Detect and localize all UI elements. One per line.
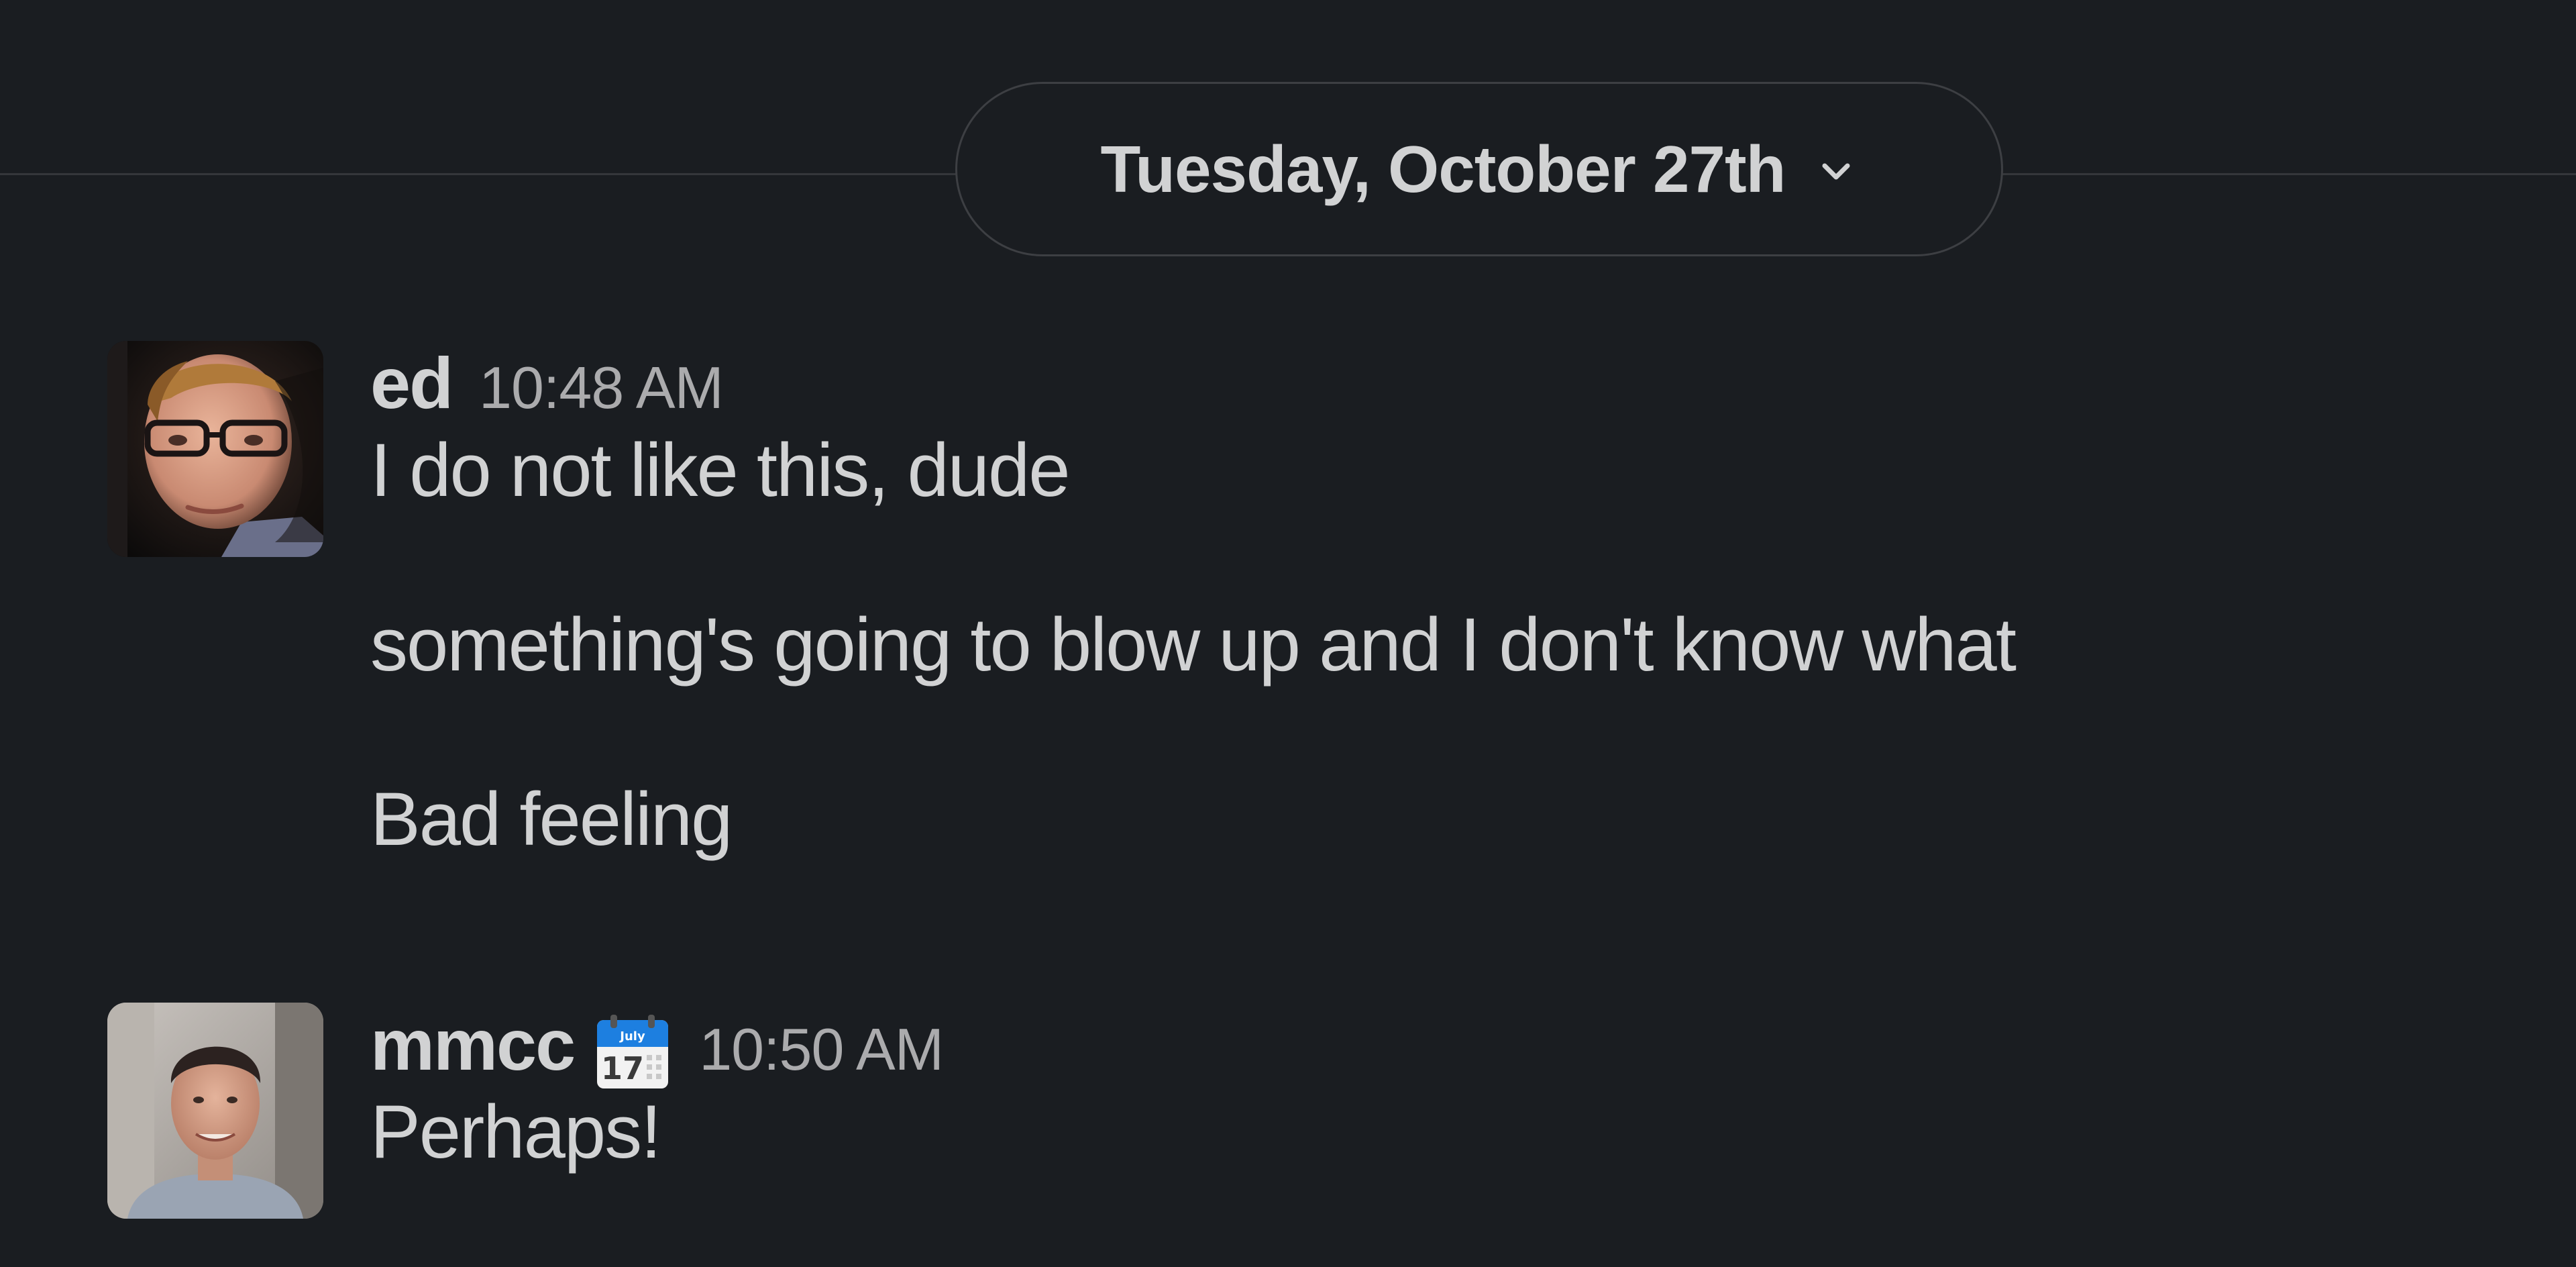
message-body: ed 10:48 AM I do not like this, dude som… (370, 341, 2536, 863)
message-group[interactable]: ed 10:48 AM I do not like this, dude som… (107, 341, 2536, 931)
message-timestamp[interactable]: 10:50 AM (699, 1015, 944, 1084)
message-text: Bad feeling (370, 777, 733, 861)
avatar[interactable] (107, 1003, 323, 1219)
message-group[interactable]: mmcc July 17 10:50 AM Perhaps! (107, 1003, 2536, 1231)
message-text: Perhaps! (370, 1090, 661, 1174)
calendar-icon[interactable]: July 17 (593, 1013, 672, 1093)
sender-name[interactable]: ed (370, 341, 453, 425)
message-text: I do not like this, dude (370, 428, 1071, 512)
calendar-day: 17 (601, 1050, 644, 1086)
user-avatar-ed (107, 341, 323, 557)
calendar-month: July (619, 1029, 645, 1044)
avatar[interactable] (107, 341, 323, 557)
sender-name[interactable]: mmcc (370, 1003, 576, 1086)
date-divider-label: Tuesday, October 27th (1100, 132, 1786, 206)
message-timestamp[interactable]: 10:48 AM (479, 354, 724, 422)
date-divider-button[interactable]: Tuesday, October 27th (955, 82, 2003, 256)
user-avatar-mmcc (107, 1003, 323, 1219)
chevron-down-icon (1815, 150, 1858, 193)
message-text: something's going to blow up and I don't… (370, 603, 2017, 687)
message-body: mmcc July 17 10:50 AM Perhaps! (370, 1003, 2536, 1176)
